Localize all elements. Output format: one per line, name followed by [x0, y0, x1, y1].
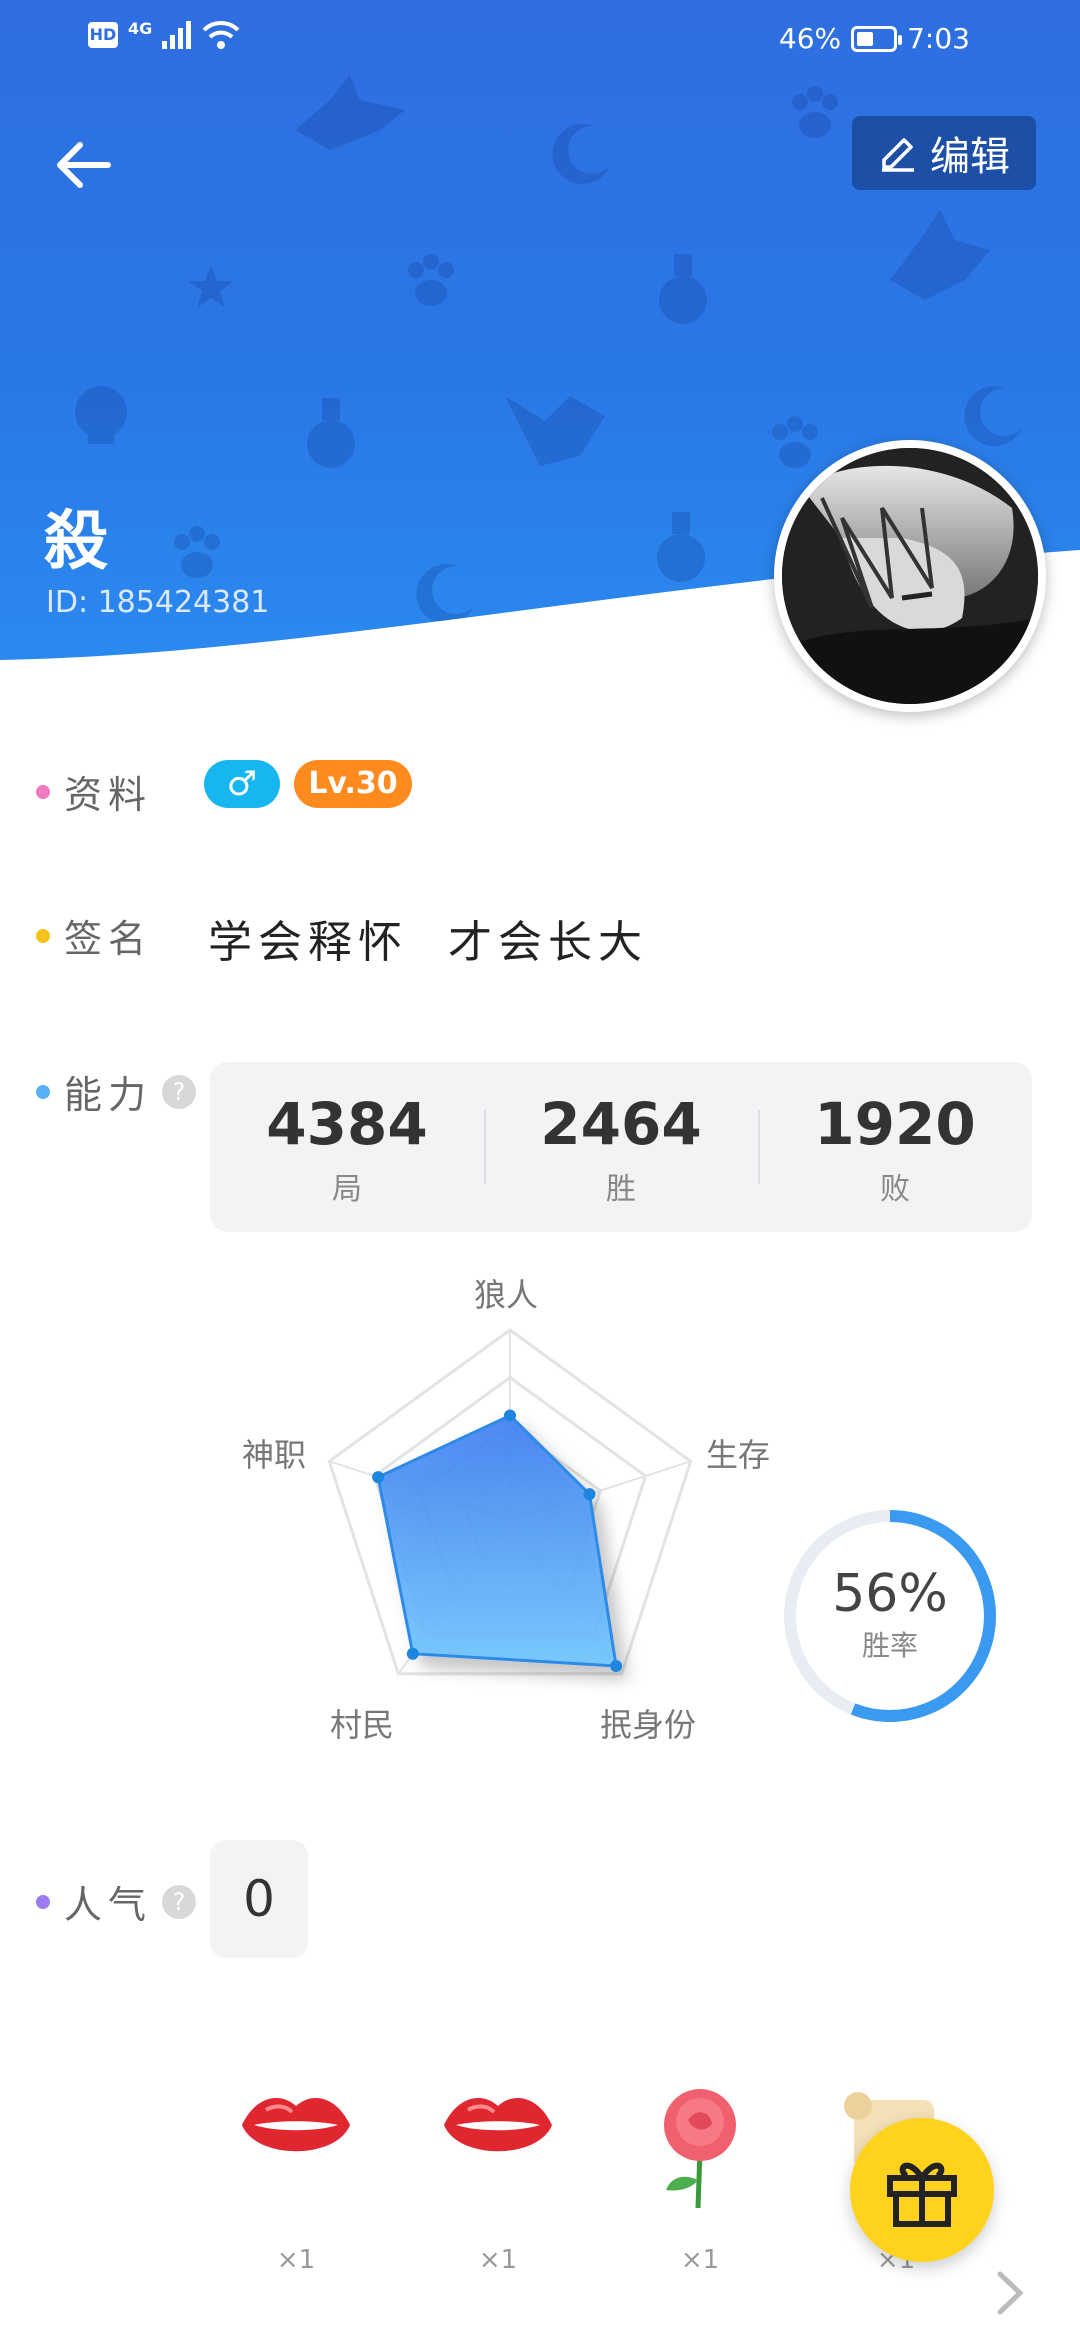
popularity-section-label: 人气 ?: [36, 1874, 197, 1929]
lips-icon: [444, 2097, 552, 2152]
pink-dot: [36, 784, 50, 799]
ability-label: 能力: [64, 1073, 153, 1117]
skull-icon: [75, 386, 127, 444]
win-rate-value: 56%: [832, 1564, 948, 1624]
radar-label-survival: 生存: [706, 1436, 771, 1474]
radar-label-werewolf: 狼人: [474, 1276, 539, 1314]
signal-icon: [162, 21, 192, 49]
profile-label: 资料: [64, 773, 153, 817]
battery-icon: [851, 25, 903, 52]
wolf-icon: [890, 210, 990, 300]
rose-icon: [664, 2089, 736, 2209]
chevron-right-icon[interactable]: [990, 2268, 1030, 2318]
win-rate-ring: 56% 胜率: [780, 1506, 1000, 1726]
send-gift-button[interactable]: [850, 2118, 994, 2262]
stat-label: 败: [880, 1172, 910, 1207]
radar-point: [504, 1409, 516, 1422]
stat-games: 4384 局: [210, 1062, 484, 1232]
gift-item[interactable]: [428, 2080, 568, 2174]
potion-icon: [307, 398, 355, 468]
lips-icon: [242, 2097, 350, 2152]
stat-losses: 1920 败: [758, 1062, 1032, 1232]
potion-icon: [659, 254, 707, 324]
wifi-icon: [202, 20, 240, 49]
gift-count: ×1: [478, 2245, 518, 2275]
stats-card: 4384 局 2464 胜 1920 败: [210, 1062, 1032, 1232]
stat-value: 1920: [814, 1090, 976, 1158]
status-bar: HD 4G 46% 7:03: [0, 0, 1080, 80]
avatar[interactable]: [774, 440, 1046, 712]
moon-icon: [964, 386, 1022, 447]
win-rate-label: 胜率: [861, 1629, 918, 1662]
radar-label-identify: 抿身份: [600, 1706, 697, 1744]
popularity-value: 0: [210, 1840, 308, 1958]
radar-label-god: 神职: [242, 1436, 307, 1474]
level-badge: Lv.30: [294, 760, 412, 808]
radar-point: [583, 1488, 596, 1501]
gift-box-icon: [887, 2162, 957, 2227]
edit-button[interactable]: 编辑: [852, 116, 1036, 190]
radar-point: [406, 1647, 419, 1660]
gift-count: ×1: [276, 2245, 316, 2275]
help-icon[interactable]: ?: [162, 1074, 197, 1109]
stat-label: 局: [332, 1172, 362, 1207]
blue-dot: [36, 1084, 50, 1099]
radar-point: [610, 1660, 623, 1673]
yellow-dot: [36, 928, 50, 943]
gender-badge: ♂: [204, 760, 280, 808]
wolf-icon: [505, 396, 605, 466]
paw-icon: [792, 86, 838, 138]
gift-count: ×1: [680, 2245, 720, 2275]
star-icon: [188, 265, 234, 308]
moon-icon: [552, 124, 610, 185]
clock: 7:03: [907, 22, 970, 55]
signature-section-label: 签名: [36, 908, 152, 963]
hd-icon: HD: [88, 22, 118, 48]
stat-value: 2464: [540, 1090, 702, 1158]
back-arrow-icon[interactable]: [50, 130, 120, 200]
popularity-label: 人气: [64, 1883, 153, 1927]
paw-icon: [408, 254, 454, 306]
gift-item[interactable]: [630, 2080, 770, 2214]
gift-item[interactable]: [226, 2080, 366, 2174]
profile-section-label: 资料: [36, 764, 152, 819]
battery-percent: 46%: [778, 22, 842, 55]
wolf-icon: [295, 75, 405, 150]
pencil-icon: [882, 138, 914, 172]
radar-value-polygon: [376, 1413, 618, 1668]
radar-chart: 狼人 生存 抿身份 村民 神职: [220, 1260, 780, 1760]
battery-level: [857, 31, 873, 46]
stat-label: 胜: [606, 1172, 636, 1207]
ability-section-label: 能力 ?: [36, 1064, 197, 1119]
help-icon[interactable]: ?: [162, 1884, 197, 1919]
radar-point: [372, 1471, 385, 1484]
edit-label: 编辑: [930, 134, 1010, 180]
signature-text: 学会释怀 才会长大: [208, 917, 648, 968]
paw-icon: [772, 416, 818, 468]
radar-label-villager: 村民: [330, 1706, 395, 1744]
radar-svg: [327, 1328, 693, 1676]
signature-label: 签名: [64, 917, 153, 961]
avatar-image: [782, 448, 1038, 704]
stat-wins: 2464 胜: [484, 1062, 758, 1232]
network-type: 4G: [128, 18, 153, 38]
stat-value: 4384: [266, 1090, 428, 1158]
purple-dot: [36, 1894, 50, 1909]
